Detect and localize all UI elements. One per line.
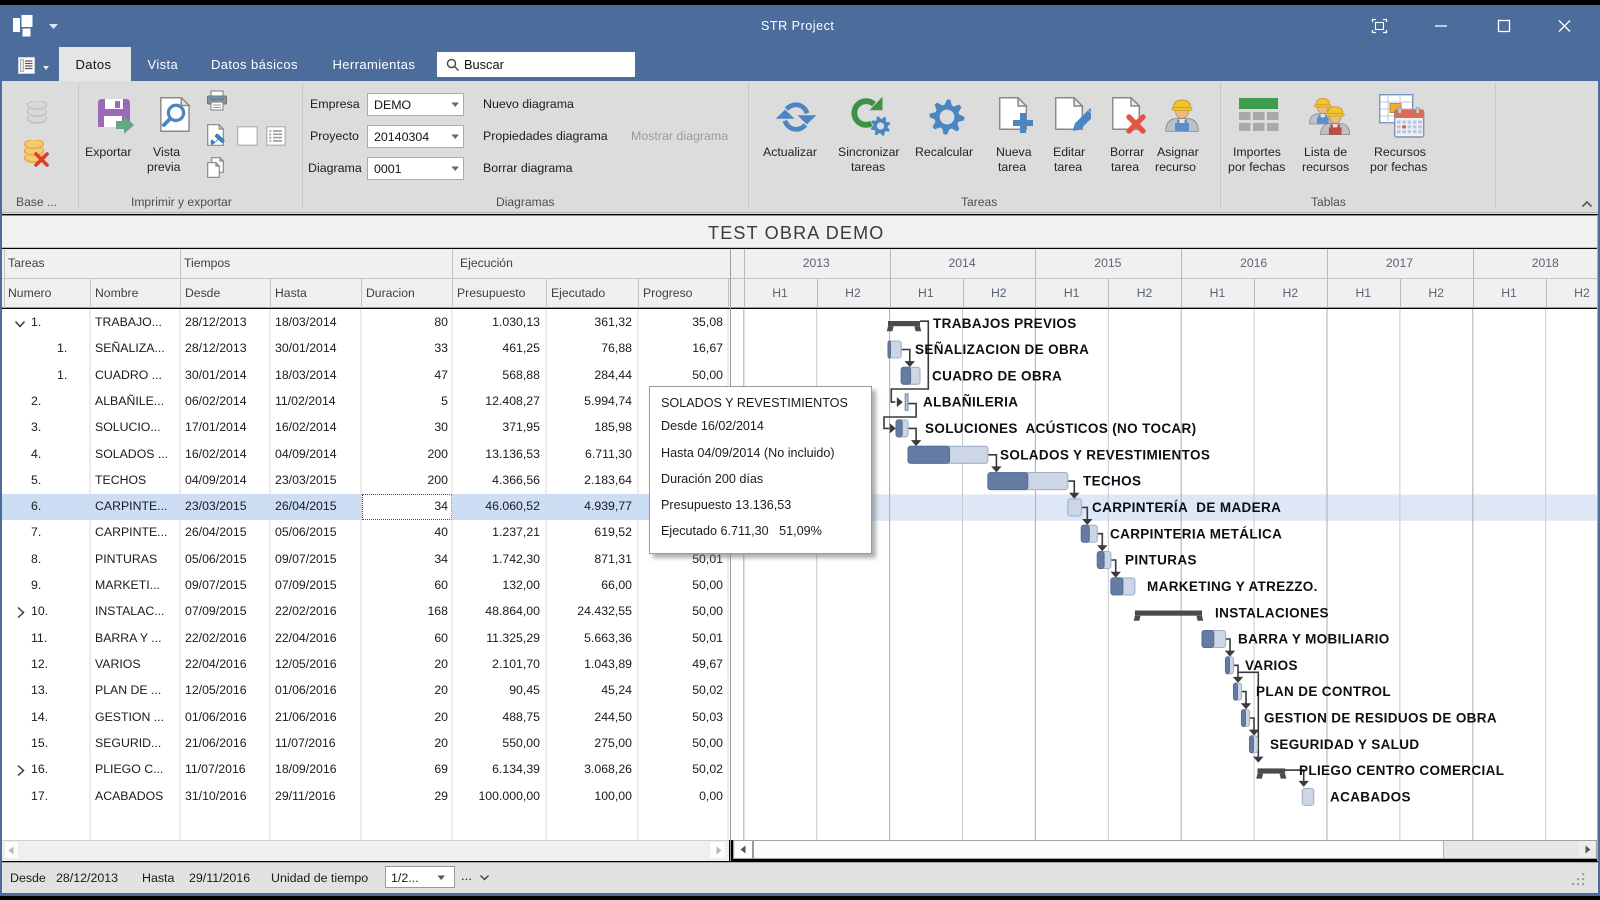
svg-text:BARRA Y MOBILIARIO: BARRA Y MOBILIARIO <box>1238 631 1390 646</box>
svg-text:PLAN DE CONTROL: PLAN DE CONTROL <box>1256 684 1391 699</box>
svg-text:CARPINTERÍA DE MADERA: CARPINTERÍA DE MADERA <box>1092 500 1281 515</box>
svg-text:VARIOS: VARIOS <box>1245 657 1298 672</box>
svg-text:TRABAJOS PREVIOS: TRABAJOS PREVIOS <box>933 315 1077 330</box>
svg-text:CUADRO DE OBRA: CUADRO DE OBRA <box>932 368 1062 383</box>
svg-text:CARPINTERIA METÁLICA: CARPINTERIA METÁLICA <box>1110 526 1282 541</box>
svg-text:SEÑALIZACION DE OBRA: SEÑALIZACION DE OBRA <box>915 342 1089 357</box>
svg-text:PINTURAS: PINTURAS <box>1125 552 1197 567</box>
svg-text:INSTALACIONES: INSTALACIONES <box>1215 605 1329 620</box>
svg-text:ACABADOS: ACABADOS <box>1330 789 1411 804</box>
svg-text:GESTION DE RESIDUOS DE OBRA: GESTION DE RESIDUOS DE OBRA <box>1264 710 1497 725</box>
svg-text:SOLUCIONES ACÚSTICOS (NO TOCA: SOLUCIONES ACÚSTICOS (NO TOCAR) <box>925 421 1196 436</box>
svg-text:ALBAÑILERIA: ALBAÑILERIA <box>923 394 1018 409</box>
svg-text:PLIEGO CENTRO COMERCIAL: PLIEGO CENTRO COMERCIAL <box>1299 763 1504 778</box>
svg-text:MARKETING Y ATREZZO.: MARKETING Y ATREZZO. <box>1147 579 1318 594</box>
svg-text:SEGURIDAD Y SALUD: SEGURIDAD Y SALUD <box>1270 736 1419 751</box>
svg-text:SOLADOS Y REVESTIMIENTOS: SOLADOS Y REVESTIMIENTOS <box>1000 447 1210 462</box>
svg-text:TECHOS: TECHOS <box>1083 473 1141 488</box>
